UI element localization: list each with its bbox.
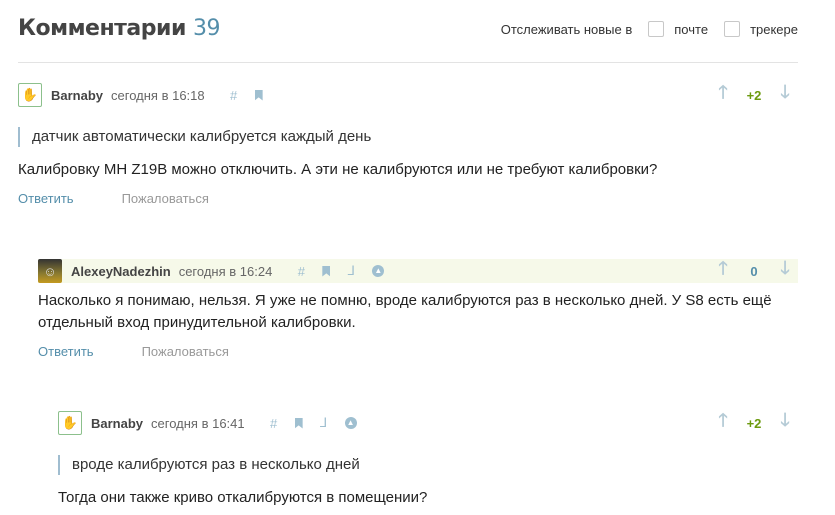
- avatar[interactable]: ☺: [38, 259, 62, 283]
- username[interactable]: Barnaby: [91, 416, 143, 431]
- timestamp[interactable]: сегодня в 16:24: [179, 264, 273, 279]
- comment-head: ✋ Barnaby сегодня в 16:41 # ⅃ ▲ 🡑 +2 🡓: [58, 408, 798, 438]
- comment-head: ✋ Barnaby сегодня в 16:18 # 🡑 +2 🡓: [18, 80, 798, 110]
- tracker-checkbox[interactable]: [724, 21, 741, 37]
- comment: ✋ Barnaby сегодня в 16:18 # 🡑 +2 🡓 датчик …: [18, 80, 798, 206]
- vote-down-icon[interactable]: 🡓: [778, 408, 792, 438]
- vote-up-icon[interactable]: 🡑: [716, 80, 730, 110]
- bookmark-icon[interactable]: [294, 417, 303, 429]
- votes: 🡑 +2 🡓: [716, 408, 792, 438]
- score: 0: [750, 263, 758, 279]
- report-link[interactable]: Пожаловаться: [122, 191, 209, 206]
- comments-header: Комментарии 39 Отслеживать новые в почте…: [18, 14, 798, 63]
- report-link[interactable]: Пожаловаться: [142, 344, 229, 359]
- bookmark-icon[interactable]: [254, 89, 263, 101]
- chevron-up-icon[interactable]: ▲: [344, 417, 357, 429]
- tracker-label[interactable]: трекере: [750, 22, 798, 37]
- title-text: Комментарии: [18, 16, 186, 41]
- hash-link-icon[interactable]: #: [227, 88, 241, 103]
- username[interactable]: AlexeyNadezhin: [71, 264, 171, 279]
- comment-actions: Ответить Пожаловаться: [18, 191, 798, 206]
- page-title: Комментарии 39: [18, 16, 221, 41]
- comment-actions: Ответить Пожаловаться: [38, 344, 798, 359]
- mail-checkbox[interactable]: [648, 21, 665, 37]
- hash-link-icon[interactable]: #: [294, 264, 308, 279]
- comment-text: Тогда они также криво откалибруются в по…: [58, 489, 428, 506]
- comment-head: ☺ AlexeyNadezhin сегодня в 16:24 # ⅃ ▲ 🡑…: [38, 256, 798, 286]
- comment-text: Калибровку MH Z19B можно отключить. А эт…: [18, 161, 658, 178]
- reply-link[interactable]: Ответить: [38, 344, 94, 359]
- chevron-up-icon[interactable]: ▲: [372, 265, 385, 277]
- track-options: Отслеживать новые в почте трекере: [501, 21, 798, 37]
- avatar[interactable]: ✋: [58, 411, 82, 435]
- vote-up-icon[interactable]: 🡑: [716, 256, 730, 286]
- vote-down-icon[interactable]: 🡓: [778, 80, 792, 110]
- quote: вроде калибруются раз в несколько дней: [58, 455, 798, 475]
- reply-link[interactable]: Ответить: [18, 191, 74, 206]
- vote-up-icon[interactable]: 🡑: [716, 408, 730, 438]
- timestamp[interactable]: сегодня в 16:18: [111, 88, 205, 103]
- quote: датчик автоматически калибруется каждый …: [18, 127, 798, 147]
- votes: 🡑 +2 🡓: [716, 80, 792, 110]
- score: +2: [746, 87, 762, 103]
- votes: 🡑 0 🡓: [716, 256, 792, 286]
- parent-link-icon[interactable]: ⅃: [344, 263, 358, 279]
- comments-count: 39: [193, 16, 221, 41]
- comment: ☺ AlexeyNadezhin сегодня в 16:24 # ⅃ ▲ 🡑…: [38, 256, 798, 359]
- mail-label[interactable]: почте: [674, 22, 708, 37]
- score: +2: [746, 415, 762, 431]
- hash-link-icon[interactable]: #: [267, 416, 281, 431]
- vote-down-icon[interactable]: 🡓: [778, 256, 792, 286]
- timestamp[interactable]: сегодня в 16:41: [151, 416, 245, 431]
- parent-link-icon[interactable]: ⅃: [317, 415, 331, 431]
- comment-text: Насколько я понимаю, нельзя. Я уже не по…: [38, 292, 772, 331]
- track-label: Отслеживать новые в: [500, 21, 633, 37]
- bookmark-icon[interactable]: [322, 265, 331, 277]
- username[interactable]: Barnaby: [51, 88, 103, 103]
- comment: ✋ Barnaby сегодня в 16:41 # ⅃ ▲ 🡑 +2 🡓 вро…: [58, 408, 798, 509]
- avatar[interactable]: ✋: [18, 83, 42, 107]
